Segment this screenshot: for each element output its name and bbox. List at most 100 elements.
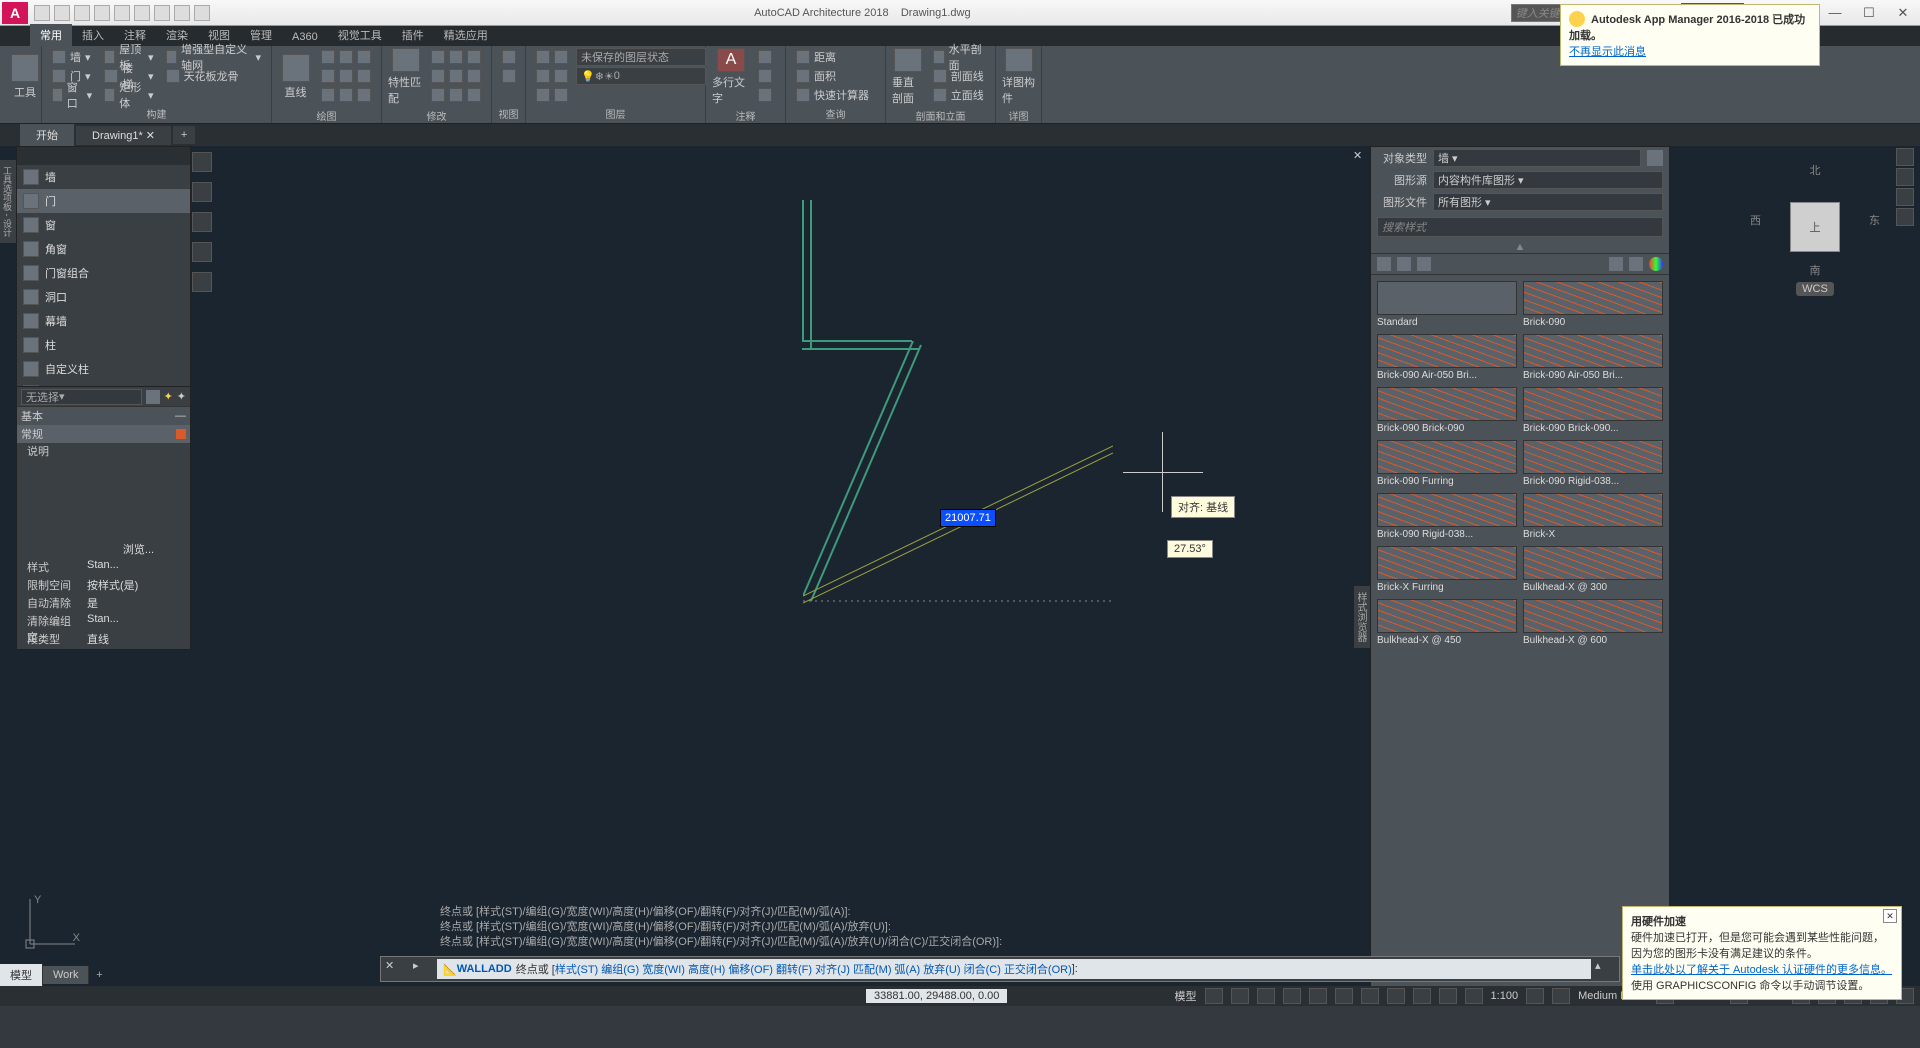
ribbon-tab-a360[interactable]: A360 xyxy=(282,28,328,46)
maximize-button[interactable]: ☐ xyxy=(1852,0,1886,26)
mtext-button[interactable]: A多行文字 xyxy=(712,48,750,106)
status-polar-icon[interactable] xyxy=(1283,988,1301,1004)
qat-save-icon[interactable] xyxy=(74,5,90,21)
props-icon2[interactable]: ✦ xyxy=(164,390,173,403)
tools-button[interactable]: 工具 xyxy=(6,48,44,106)
layout-tab-work[interactable]: Work xyxy=(43,966,89,984)
style-item[interactable]: Brick-090 Brick-090... xyxy=(1523,387,1663,434)
cmdline-menu-icon[interactable]: ▸ xyxy=(413,959,433,979)
notif2-close[interactable]: ✕ xyxy=(1883,909,1897,923)
minimize-button[interactable]: — xyxy=(1818,0,1852,26)
sb-file-select[interactable]: 所有图形 ▾ xyxy=(1433,193,1663,211)
detail-button[interactable]: 详图构件 xyxy=(1002,48,1035,106)
mod3-icon[interactable] xyxy=(427,86,485,104)
qat-project-icon[interactable] xyxy=(174,5,190,21)
style-item[interactable]: Bulkhead-X @ 600 xyxy=(1523,599,1663,646)
props-limit-value[interactable]: 按样式(是) xyxy=(87,577,190,595)
tp-item-curtain[interactable]: 幕墙 xyxy=(17,309,190,333)
style-item[interactable]: Brick-090 Brick-090 xyxy=(1377,387,1517,434)
sb-color-icon[interactable] xyxy=(1649,257,1663,271)
view-icon1[interactable] xyxy=(498,48,520,66)
layer-icons[interactable] xyxy=(532,48,572,66)
status-annoscale-icon[interactable] xyxy=(1526,988,1544,1004)
layer-current-dropdown[interactable]: 💡❄☀ 0 xyxy=(576,67,706,85)
status-ortho-icon[interactable] xyxy=(1257,988,1275,1004)
nav-zoom-icon[interactable] xyxy=(1896,188,1914,206)
props-icon1[interactable] xyxy=(146,390,160,404)
ribbon-tab-featured[interactable]: 精选应用 xyxy=(434,24,498,46)
nav-pan-icon[interactable] xyxy=(1896,168,1914,186)
qat-saveas-icon[interactable] xyxy=(94,5,110,21)
viewcube-east[interactable]: 东 xyxy=(1869,212,1880,228)
viewcube-wcs[interactable]: WCS xyxy=(1796,282,1834,296)
props-cleanup-value[interactable]: Stan... xyxy=(87,613,190,631)
props-browse-button[interactable]: 浏览... xyxy=(87,541,190,559)
status-snap-icon[interactable] xyxy=(1231,988,1249,1004)
layout-tab-model[interactable]: 模型 xyxy=(0,964,43,986)
sb-objtype-select[interactable]: 墙 ▾ xyxy=(1433,149,1641,167)
annot3-icon[interactable] xyxy=(754,86,776,104)
sb-view1-icon[interactable] xyxy=(1609,257,1623,271)
app-logo[interactable]: A xyxy=(2,2,28,24)
ribbon-tab-visual[interactable]: 视觉工具 xyxy=(328,24,392,46)
props-basic-header[interactable]: 基本— xyxy=(17,407,190,425)
props-general-header[interactable]: 常规 xyxy=(17,425,190,443)
ribbon-tab-insert[interactable]: 插入 xyxy=(72,24,114,46)
style-item[interactable]: Brick-X Furring xyxy=(1377,546,1517,593)
sb-tool3-icon[interactable] xyxy=(1417,257,1431,271)
wall-button[interactable]: 墙 ▾ xyxy=(48,48,96,66)
sb-src-select[interactable]: 内容构件库图形 ▾ xyxy=(1433,171,1663,189)
style-item[interactable]: Brick-090 Furring xyxy=(1377,440,1517,487)
style-item[interactable]: Brick-090 Rigid-038... xyxy=(1523,440,1663,487)
tp-item-corner[interactable]: 角窗 xyxy=(17,237,190,261)
viewcube-top[interactable]: 上 xyxy=(1790,202,1840,252)
dist-button[interactable]: 距离 xyxy=(792,48,873,66)
style-item[interactable]: Bulkhead-X @ 450 xyxy=(1377,599,1517,646)
rect-button[interactable]: 矩形体 ▾ xyxy=(100,86,157,104)
doc-tab-add[interactable]: + xyxy=(173,126,195,144)
ribbon-tab-addins[interactable]: 插件 xyxy=(392,24,434,46)
side-icon-3[interactable] xyxy=(192,212,212,232)
tp-item-opening[interactable]: 洞口 xyxy=(17,285,190,309)
props-icon3[interactable]: ✦ xyxy=(177,390,186,403)
nav-fullnav-icon[interactable] xyxy=(1896,148,1914,166)
mod2-icon[interactable] xyxy=(427,67,485,85)
qat-new-icon[interactable] xyxy=(34,5,50,21)
style-item[interactable]: Brick-090 Air-050 Bri... xyxy=(1523,334,1663,381)
status-otrack-icon[interactable] xyxy=(1335,988,1353,1004)
status-coords[interactable]: 33881.00, 29488.00, 0.00 xyxy=(866,989,1007,1003)
tp-item-window[interactable]: 窗 xyxy=(17,213,190,237)
draw1-icon[interactable] xyxy=(317,48,375,66)
qat-open-icon[interactable] xyxy=(54,5,70,21)
layer-icons2[interactable] xyxy=(532,67,572,85)
sb-tool2-icon[interactable] xyxy=(1397,257,1411,271)
layout-tab-add[interactable]: + xyxy=(89,969,109,981)
grid-button[interactable]: 增强型自定义轴网 ▾ xyxy=(162,48,265,66)
side-icon-5[interactable] xyxy=(192,272,212,292)
status-osnap-icon[interactable] xyxy=(1309,988,1327,1004)
close-button[interactable]: ✕ xyxy=(1886,0,1920,26)
dynamic-dimension-input[interactable]: 21007.71 xyxy=(940,509,996,527)
viewcube[interactable]: 北 西 上 东 南 WCS xyxy=(1750,162,1880,292)
style-browser-close[interactable]: ✕ xyxy=(1353,149,1369,165)
style-item[interactable]: Brick-X xyxy=(1523,493,1663,540)
tp-item-column[interactable]: 柱 xyxy=(17,333,190,357)
draw3-icon[interactable] xyxy=(317,86,375,104)
nav-orbit-icon[interactable] xyxy=(1896,208,1914,226)
layer-icons3[interactable] xyxy=(532,86,572,104)
style-item[interactable]: Brick-090 Air-050 Bri... xyxy=(1377,334,1517,381)
mod1-icon[interactable] xyxy=(427,48,485,66)
style-item[interactable]: Bulkhead-X @ 300 xyxy=(1523,546,1663,593)
status-dyn-icon[interactable] xyxy=(1361,988,1379,1004)
style-item[interactable]: Brick-090 Rigid-038... xyxy=(1377,493,1517,540)
view-icon2[interactable] xyxy=(498,67,520,85)
secline-button[interactable]: 剖面线 xyxy=(929,67,989,85)
calc-button[interactable]: 快速计算器 xyxy=(792,86,873,104)
hsection-button[interactable]: 水平剖面 xyxy=(929,48,989,66)
props-auto-value[interactable]: 是 xyxy=(87,595,190,613)
viewcube-south[interactable]: 南 xyxy=(1810,262,1821,278)
drawing-canvas[interactable]: 工具选项板 - 设计 墙 门 窗 角窗 门窗组合 洞口 幕墙 柱 自定义柱 梁 … xyxy=(0,146,1920,1006)
tp-item-assembly[interactable]: 门窗组合 xyxy=(17,261,190,285)
status-model[interactable]: 模型 xyxy=(1175,988,1197,1004)
doc-tab-start[interactable]: 开始 xyxy=(20,124,74,146)
